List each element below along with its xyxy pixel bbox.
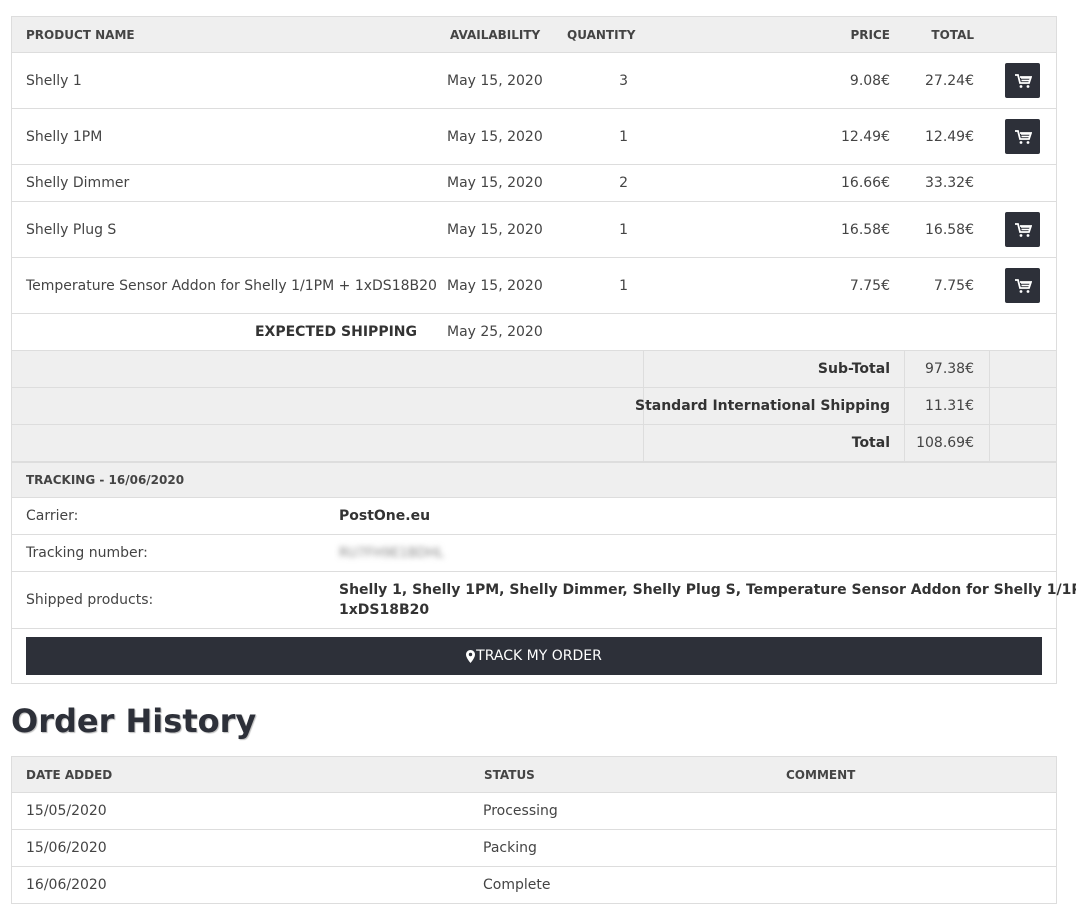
product-price: 12.49€	[841, 128, 890, 145]
product-name: Shelly Dimmer	[26, 175, 130, 191]
tracking-title: TRACKING - 16/06/2020	[26, 473, 185, 487]
header-total: TOTAL	[931, 27, 974, 42]
order-history-table: DATE ADDED STATUS COMMENT 15/05/2020 Pro…	[11, 756, 1057, 904]
product-availability: May 15, 2020	[447, 175, 543, 191]
carrier-label: Carrier:	[26, 508, 79, 524]
shipping-label: Standard International Shipping	[634, 398, 890, 414]
history-header: DATE ADDED STATUS COMMENT	[12, 757, 1056, 792]
shipped-products-line-2: 1xDS18B20	[339, 602, 430, 618]
header-comment: COMMENT	[786, 767, 856, 782]
reorder-button[interactable]	[1005, 212, 1040, 247]
total-value: 108.69€	[916, 435, 974, 451]
product-total: 27.24€	[925, 72, 974, 89]
history-row: 15/06/2020 Packing	[12, 829, 1056, 866]
product-total: 16.58€	[925, 221, 974, 238]
tracking-number-value: RU7FH9E1BDHL	[339, 545, 444, 561]
history-status: Packing	[483, 840, 537, 856]
order-details: PRODUCT NAME AVAILABILITY QUANTITY PRICE…	[11, 16, 1076, 684]
product-price: 16.66€	[841, 175, 890, 191]
track-my-order-button[interactable]: TRACK MY ORDER	[26, 637, 1042, 675]
order-products-table: PRODUCT NAME AVAILABILITY QUANTITY PRICE…	[11, 16, 1076, 684]
cart-icon	[1014, 73, 1032, 88]
totals-row-shipping: Standard International Shipping 11.31€	[12, 387, 1056, 424]
tracking-number-label: Tracking number:	[26, 545, 148, 561]
history-status: Complete	[483, 877, 551, 893]
shipped-products-value: Shelly 1, Shelly 1PM, Shelly Dimmer, She…	[339, 572, 1076, 628]
shipped-products-line-1: Shelly 1, Shelly 1PM, Shelly Dimmer, She…	[339, 582, 1076, 598]
carrier-value: PostOne.eu	[339, 508, 431, 524]
subtotal-label: Sub-Total	[817, 361, 890, 377]
track-my-order-label: TRACK MY ORDER	[476, 648, 602, 664]
expected-shipping-date: May 25, 2020	[447, 324, 543, 340]
product-quantity: 1	[619, 221, 628, 238]
product-total: 7.75€	[933, 277, 974, 294]
history-date: 15/06/2020	[26, 840, 107, 856]
header-date-added: DATE ADDED	[26, 767, 113, 782]
header-status: STATUS	[484, 767, 535, 782]
product-name: Shelly 1	[26, 72, 82, 89]
history-status: Processing	[483, 803, 558, 819]
product-quantity: 1	[619, 128, 628, 145]
table-header: PRODUCT NAME AVAILABILITY QUANTITY PRICE…	[12, 17, 1056, 52]
header-price: PRICE	[850, 27, 890, 42]
subtotal-value: 97.38€	[925, 361, 974, 377]
product-price: 9.08€	[849, 72, 890, 89]
product-quantity: 2	[619, 175, 628, 191]
product-price: 7.75€	[849, 277, 890, 294]
history-date: 15/05/2020	[26, 803, 107, 819]
product-row: Shelly 1 May 15, 2020 3 9.08€ 27.24€	[12, 52, 1056, 108]
product-quantity: 3	[619, 72, 628, 89]
header-quantity: QUANTITY	[567, 27, 636, 42]
tracking-number-row: Tracking number: RU7FH9E1BDHL	[12, 534, 1056, 571]
cart-icon	[1014, 222, 1032, 237]
order-history-title: Order History	[11, 702, 257, 740]
product-total: 12.49€	[925, 128, 974, 145]
product-name: Temperature Sensor Addon for Shelly 1/1P…	[26, 277, 437, 294]
totals-row-subtotal: Sub-Total 97.38€	[12, 350, 1056, 387]
total-label: Total	[851, 435, 890, 451]
product-row: Shelly 1PM May 15, 2020 1 12.49€ 12.49€	[12, 108, 1056, 164]
header-availability: AVAILABILITY	[450, 27, 541, 42]
product-availability: May 15, 2020	[447, 128, 543, 145]
product-availability: May 15, 2020	[447, 221, 543, 238]
product-quantity: 1	[619, 277, 628, 294]
reorder-button[interactable]	[1005, 119, 1040, 154]
expected-shipping-row: EXPECTED SHIPPING May 25, 2020	[12, 313, 1056, 350]
tracking-header: TRACKING - 16/06/2020	[12, 461, 1056, 497]
tracking-carrier-row: Carrier: PostOne.eu	[12, 497, 1056, 534]
shipping-value: 11.31€	[925, 398, 974, 414]
reorder-button[interactable]	[1005, 268, 1040, 303]
product-name: Shelly Plug S	[26, 221, 117, 238]
history-row: 16/06/2020 Complete	[12, 866, 1056, 903]
product-availability: May 15, 2020	[447, 277, 543, 294]
reorder-button[interactable]	[1005, 63, 1040, 98]
expected-shipping-label: EXPECTED SHIPPING	[254, 324, 417, 340]
map-marker-icon	[466, 649, 476, 663]
product-total: 33.32€	[925, 175, 974, 191]
product-name: Shelly 1PM	[26, 128, 103, 145]
product-row: Shelly Plug S May 15, 2020 1 16.58€ 16.5…	[12, 201, 1056, 257]
shipped-products-row: Shipped products: Shelly 1, Shelly 1PM, …	[12, 571, 1076, 628]
product-price: 16.58€	[841, 221, 890, 238]
cart-icon	[1014, 129, 1032, 144]
history-date: 16/06/2020	[26, 877, 107, 893]
product-row: Temperature Sensor Addon for Shelly 1/1P…	[12, 257, 1056, 313]
track-order-row: TRACK MY ORDER	[12, 628, 1056, 683]
history-row: 15/05/2020 Processing	[12, 792, 1056, 829]
totals-row-total: Total 108.69€	[12, 424, 1056, 461]
shipped-products-label: Shipped products:	[26, 592, 154, 608]
product-availability: May 15, 2020	[447, 72, 543, 89]
cart-icon	[1014, 278, 1032, 293]
header-product-name: PRODUCT NAME	[26, 27, 135, 42]
product-row: Shelly Dimmer May 15, 2020 2 16.66€ 33.3…	[12, 164, 1056, 201]
